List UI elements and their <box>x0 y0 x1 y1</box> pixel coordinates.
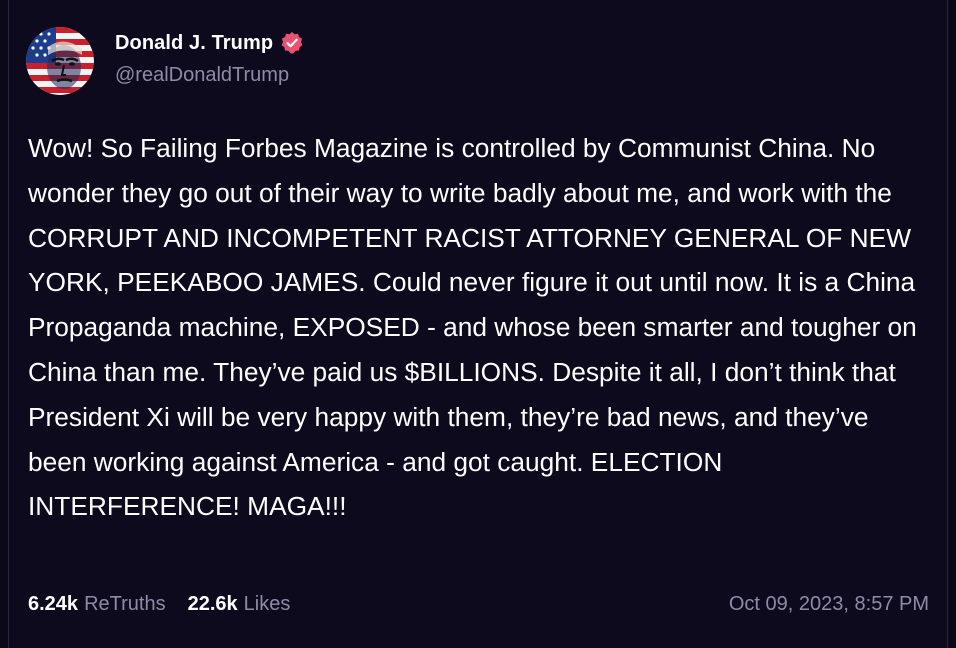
avatar[interactable] <box>26 27 94 95</box>
avatar-image <box>26 27 94 95</box>
retruths-label: ReTruths <box>84 593 166 615</box>
likes-stat[interactable]: 22.6k Likes <box>188 593 291 616</box>
name-row: Donald J. Trump <box>115 31 304 55</box>
post-footer: 6.24k ReTruths 22.6k Likes Oct 09, 2023,… <box>28 593 929 616</box>
retruths-count: 6.24k <box>28 593 79 615</box>
likes-count: 22.6k <box>187 593 238 615</box>
post-card: Donald J. Trump @realDonaldTrump Wow! So… <box>8 0 948 648</box>
author-names: Donald J. Trump @realDonaldTrump <box>115 31 304 87</box>
author-display-name[interactable]: Donald J. Trump <box>115 32 273 55</box>
post-body-text: Wow! So Failing Forbes Magazine is contr… <box>28 133 925 522</box>
likes-label: Likes <box>243 593 291 615</box>
post-header: Donald J. Trump @realDonaldTrump <box>26 27 304 95</box>
author-handle[interactable]: @realDonaldTrump <box>115 64 304 87</box>
verified-badge-icon <box>280 31 304 55</box>
post-timestamp[interactable]: Oct 09, 2023, 8:57 PM <box>729 593 929 616</box>
retruths-stat[interactable]: 6.24k ReTruths <box>28 593 166 616</box>
